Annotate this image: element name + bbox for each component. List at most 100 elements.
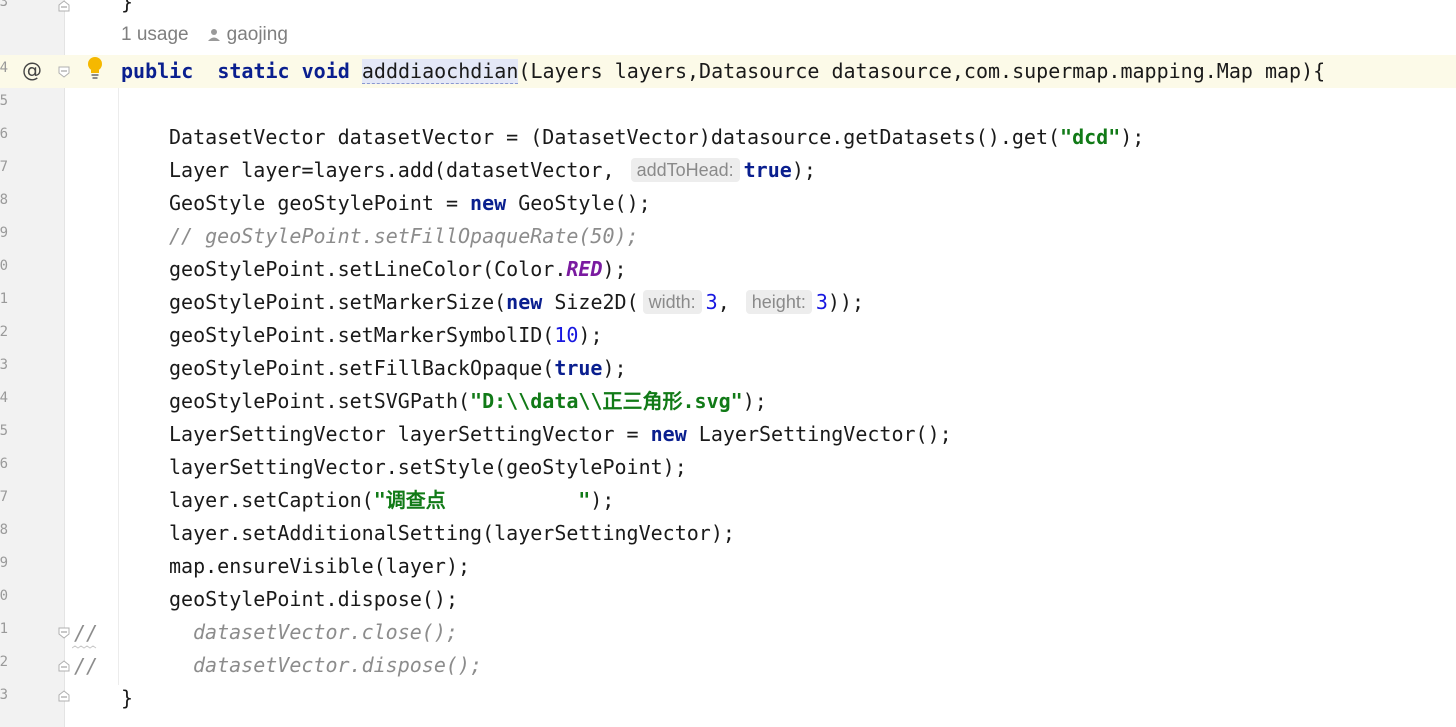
line-number: 8 xyxy=(0,522,8,538)
code-line[interactable]: datasetVector.close(); xyxy=(193,616,458,649)
code-text: ); xyxy=(1120,125,1145,149)
fold-start-icon[interactable] xyxy=(58,66,70,78)
line-number: 1 xyxy=(0,291,8,307)
code-text: ); xyxy=(602,257,627,281)
code-line[interactable]: } xyxy=(121,0,133,19)
code-text: geoStylePoint.setMarkerSize( xyxy=(169,290,507,314)
line-number: 9 xyxy=(0,555,8,571)
code-line-method-signature[interactable]: public static void adddiaochdian(Layers … xyxy=(121,55,1325,88)
closing-brace: } xyxy=(121,0,134,14)
override-at-icon[interactable]: @ xyxy=(22,58,42,82)
code-text: GeoStyle(); xyxy=(506,191,651,215)
line-number: 0 xyxy=(0,588,8,604)
code-text: geoStylePoint.setLineColor(Color. xyxy=(169,257,567,281)
code-line[interactable]: DatasetVector datasetVector = (DatasetVe… xyxy=(169,121,1144,154)
warning-squiggle xyxy=(72,645,97,649)
fold-end-icon[interactable] xyxy=(58,0,70,12)
line-number: 6 xyxy=(0,126,8,142)
line-number: 3 xyxy=(0,0,8,10)
indent-guide xyxy=(118,88,119,685)
comment: // geoStylePoint.setFillOpaqueRate(50); xyxy=(169,224,639,248)
code-text: ); xyxy=(602,356,627,380)
code-line[interactable]: layerSettingVector.setStyle(geoStylePoin… xyxy=(169,451,687,484)
gutter-comment-marker: // xyxy=(74,621,99,645)
user-icon xyxy=(207,26,221,48)
line-number: 0 xyxy=(0,258,8,274)
author-name[interactable]: gaojing xyxy=(227,24,288,45)
code-text: layerSettingVector.setStyle(geoStylePoin… xyxy=(169,455,687,479)
code-text: DatasetVector datasetVector = (DatasetVe… xyxy=(169,125,1061,149)
parameter-hint: height: xyxy=(745,290,812,314)
closing-brace: } xyxy=(121,686,134,710)
code-line[interactable]: } xyxy=(121,682,133,715)
code-text: geoStylePoint.dispose(); xyxy=(169,587,458,611)
comment: datasetVector.dispose(); xyxy=(193,653,482,677)
code-text: LayerSettingVector layerSettingVector = xyxy=(169,422,651,446)
editor-gutter xyxy=(0,0,64,727)
comment: datasetVector.close(); xyxy=(193,620,458,644)
code-line[interactable]: geoStylePoint.setMarkerSize(new Size2D(w… xyxy=(169,286,864,319)
keyword: new xyxy=(470,191,507,215)
line-number: 3 xyxy=(0,357,8,373)
fold-end-icon[interactable] xyxy=(58,660,70,672)
line-number: 7 xyxy=(0,489,8,505)
fold-end-icon[interactable] xyxy=(58,690,70,702)
code-line[interactable]: geoStylePoint.setMarkerSymbolID(10); xyxy=(169,319,603,352)
keyword: new xyxy=(650,422,687,446)
gutter-comment-marker: // xyxy=(74,654,99,678)
code-line[interactable]: geoStylePoint.setLineColor(Color.RED); xyxy=(169,253,627,286)
code-line[interactable]: datasetVector.dispose(); xyxy=(193,649,482,682)
line-number: 5 xyxy=(0,423,8,439)
code-line[interactable]: // geoStylePoint.setFillOpaqueRate(50); xyxy=(169,220,639,253)
code-line[interactable]: LayerSettingVector layerSettingVector = … xyxy=(169,418,952,451)
code-text: layer.setAdditionalSetting(layerSettingV… xyxy=(169,521,735,545)
code-vision-hints[interactable]: 1 usage gaojing xyxy=(121,24,288,48)
usage-count[interactable]: 1 usage xyxy=(121,24,189,45)
keyword: public xyxy=(121,59,194,83)
line-number: 4 xyxy=(0,60,8,76)
code-text: layer.setCaption( xyxy=(169,488,374,512)
code-text: map.ensureVisible(layer); xyxy=(169,554,471,578)
line-number: 8 xyxy=(0,192,8,208)
string-literal: "dcd" xyxy=(1060,125,1121,149)
code-text: LayerSettingVector(); xyxy=(686,422,952,446)
line-number: 3 xyxy=(0,687,8,703)
string-literal: "D:\\data\\正三角形.svg" xyxy=(470,389,743,413)
code-text: )); xyxy=(827,290,864,314)
line-number: 7 xyxy=(0,159,8,175)
fold-start-icon[interactable] xyxy=(58,627,70,639)
code-line[interactable]: geoStylePoint.setFillBackOpaque(true); xyxy=(169,352,627,385)
code-text: ); xyxy=(791,158,816,182)
code-text: Layer layer=layers.add(datasetVector, xyxy=(169,158,627,182)
number-literal: 10 xyxy=(554,323,579,347)
line-number: 5 xyxy=(0,93,8,109)
code-line[interactable]: layer.setAdditionalSetting(layerSettingV… xyxy=(169,517,735,550)
code-text: (Layers layers,Datasource datasource,com… xyxy=(518,59,1326,83)
keyword: true xyxy=(743,158,792,182)
number-literal: 3 xyxy=(705,290,718,314)
code-line[interactable]: layer.setCaption("调查点 "); xyxy=(169,484,614,517)
code-line[interactable]: map.ensureVisible(layer); xyxy=(169,550,470,583)
code-text: geoStylePoint.setMarkerSymbolID( xyxy=(169,323,555,347)
line-number: 9 xyxy=(0,225,8,241)
code-line[interactable]: geoStylePoint.dispose(); xyxy=(169,583,458,616)
gutter-divider xyxy=(64,0,65,727)
code-text: ); xyxy=(742,389,767,413)
code-text: ); xyxy=(590,488,615,512)
code-line[interactable]: GeoStyle geoStylePoint = new GeoStyle(); xyxy=(169,187,651,220)
keyword: new xyxy=(506,290,543,314)
code-line[interactable]: Layer layer=layers.add(datasetVector, ad… xyxy=(169,154,816,187)
keyword: static xyxy=(217,59,290,83)
static-field: RED xyxy=(566,257,603,281)
keyword: void xyxy=(301,59,350,83)
code-text: GeoStyle geoStylePoint = xyxy=(169,191,471,215)
method-name[interactable]: adddiaochdian xyxy=(361,59,519,84)
lightbulb-icon[interactable] xyxy=(86,56,104,84)
line-number: 6 xyxy=(0,456,8,472)
string-literal: "调查点 " xyxy=(373,488,591,512)
code-text: geoStylePoint.setSVGPath( xyxy=(169,389,471,413)
code-line[interactable]: geoStylePoint.setSVGPath("D:\\data\\正三角形… xyxy=(169,385,767,418)
code-text: Size2D( xyxy=(542,290,639,314)
number-literal: 3 xyxy=(815,290,828,314)
parameter-hint: width: xyxy=(642,290,702,314)
